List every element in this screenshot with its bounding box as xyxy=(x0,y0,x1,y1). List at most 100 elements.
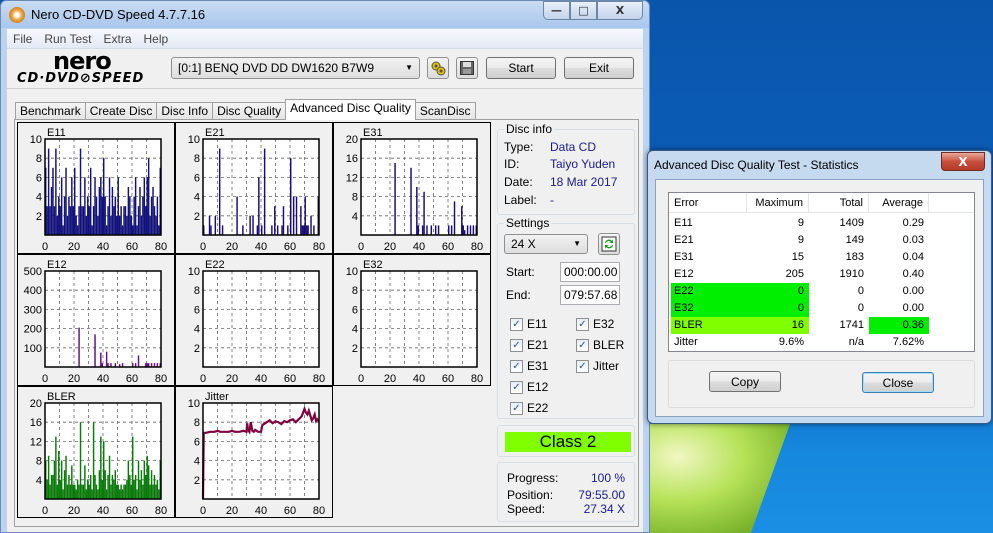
column-total[interactable]: Total xyxy=(809,193,869,213)
x-tick-label: 60 xyxy=(442,373,454,385)
chart-svg: E21 2 4 6 8 10 0 20 40 60 80 xyxy=(188,127,325,253)
x-tick-label: 0 xyxy=(42,373,48,385)
bar xyxy=(49,206,51,235)
bar xyxy=(105,225,108,235)
cell-total: n/a xyxy=(848,336,864,348)
dialog-title-bar[interactable]: Advanced Disc Quality Test - Statistics xyxy=(648,151,991,179)
speed-select-value: 24 X xyxy=(511,237,536,251)
cell-maximum: 0 xyxy=(797,302,804,314)
menu-file[interactable]: File xyxy=(7,32,38,46)
chart-e31: E31 4 8 12 16 20 0 20 40 60 80 xyxy=(333,122,491,254)
tab-scandisc[interactable]: ScanDisc xyxy=(414,102,476,120)
dialog-close-icon[interactable]: X xyxy=(941,152,985,171)
bar xyxy=(100,436,102,499)
bar xyxy=(63,196,66,235)
bar xyxy=(111,475,114,499)
x-tick-label: 80 xyxy=(471,241,483,253)
exit-button[interactable]: Exit xyxy=(564,57,634,79)
save-button[interactable] xyxy=(456,57,478,79)
drive-select-value: [0:1] BENQ DVD DD DW1620 B7W9 xyxy=(178,61,375,75)
date-label: Date: xyxy=(504,175,533,189)
drive-options-button[interactable] xyxy=(427,57,449,79)
checkbox-e31[interactable]: ✓ E31 xyxy=(510,359,548,373)
maximize-button[interactable]: □ xyxy=(570,1,597,20)
table-row[interactable]: BLER 16 1741 0.36 xyxy=(669,317,974,334)
bar xyxy=(218,148,221,235)
bar xyxy=(126,215,128,235)
quality-class-group: Class 2 xyxy=(497,425,635,457)
bar xyxy=(108,177,111,235)
checkbox-e12[interactable]: ✓ E12 xyxy=(510,380,548,394)
y-tick-label: 4 xyxy=(36,475,42,487)
table-row[interactable]: Jitter 9.6% n/a 7.62% xyxy=(669,334,974,351)
bar xyxy=(137,460,140,499)
cell-error: Jitter xyxy=(674,336,698,348)
copy-button[interactable]: Copy xyxy=(709,371,781,392)
bar xyxy=(149,484,151,499)
checkbox-e11[interactable]: ✓ E11 xyxy=(510,317,547,331)
start-button[interactable]: Start xyxy=(486,57,556,79)
chart-e21: E21 2 4 6 8 10 0 20 40 60 80 xyxy=(175,122,333,254)
column-maximum[interactable]: Maximum xyxy=(747,193,809,213)
bar xyxy=(282,206,285,235)
bar xyxy=(466,225,469,235)
close-button[interactable]: X xyxy=(597,1,643,20)
checkbox-jitter[interactable]: ✓ Jitter xyxy=(576,359,619,373)
bar xyxy=(140,215,143,235)
refresh-speed-button[interactable] xyxy=(598,233,620,255)
bar xyxy=(56,484,59,499)
bar xyxy=(310,215,312,235)
y-tick-label: 200 xyxy=(24,324,42,336)
tab-advanced-disc-quality[interactable]: Advanced Disc Quality xyxy=(285,99,416,120)
y-tick-label: 10 xyxy=(188,398,200,410)
menu-run-test[interactable]: Run Test xyxy=(38,32,97,46)
x-tick-label: 60 xyxy=(284,241,296,253)
tab-benchmark[interactable]: Benchmark xyxy=(15,102,86,120)
bar xyxy=(62,225,64,235)
cell-average: 0.04 xyxy=(902,251,924,263)
cell-error: E11 xyxy=(674,217,693,229)
bar xyxy=(66,215,69,235)
bar xyxy=(139,479,141,499)
checkbox-bler[interactable]: ✓ BLER xyxy=(576,338,624,352)
chart-e11: E11 2 4 6 8 10 0 20 40 60 80 xyxy=(17,122,175,254)
type-label: Type: xyxy=(504,140,534,154)
table-row[interactable]: E11 9 1409 0.29 xyxy=(669,215,974,232)
bar xyxy=(101,196,103,235)
chart-jitter: Jitter 2 4 6 8 10 0 20 40 60 80 xyxy=(175,386,333,518)
close-dialog-button[interactable]: Close xyxy=(862,372,934,393)
checkbox-e21[interactable]: ✓ E21 xyxy=(510,338,548,352)
checkbox-e32[interactable]: ✓ E32 xyxy=(576,317,614,331)
bar xyxy=(114,470,117,499)
drive-select[interactable]: [0:1] BENQ DVD DD DW1620 B7W9 ▼ xyxy=(171,57,420,79)
bar xyxy=(85,489,88,499)
table-row[interactable]: E32 0 0 0.00 xyxy=(669,300,974,317)
chevron-down-icon: ▼ xyxy=(573,239,581,248)
speed-select[interactable]: 24 X ▼ xyxy=(504,234,588,254)
bar xyxy=(74,484,76,499)
end-time-field[interactable]: 079:57.68 xyxy=(560,285,620,305)
tab-disc-info[interactable]: Disc Info xyxy=(156,102,214,120)
menu-help[interactable]: Help xyxy=(138,32,175,46)
y-tick-label: 2 xyxy=(352,343,358,355)
bar xyxy=(426,225,428,235)
column-average[interactable]: Average xyxy=(869,193,929,213)
tab-create-disc[interactable]: Create Disc xyxy=(84,102,158,120)
minimize-button[interactable]: — xyxy=(543,1,570,20)
bar xyxy=(91,489,93,499)
x-tick-label: 0 xyxy=(358,241,364,253)
bar xyxy=(117,484,119,499)
table-row[interactable]: E31 15 183 0.04 xyxy=(669,249,974,266)
floppy-disk-icon xyxy=(460,61,474,75)
menu-extra[interactable]: Extra xyxy=(97,32,137,46)
tab-disc-quality[interactable]: Disc Quality xyxy=(212,102,287,120)
bar xyxy=(410,167,412,235)
checkbox-e22[interactable]: ✓ E22 xyxy=(510,401,548,415)
column-error[interactable]: Error xyxy=(669,193,747,213)
table-row[interactable]: E21 9 149 0.03 xyxy=(669,232,974,249)
bar xyxy=(137,206,140,235)
table-row[interactable]: E12 205 1910 0.40 xyxy=(669,266,974,283)
table-row[interactable]: E22 0 0 0.00 xyxy=(669,283,974,300)
start-time-field[interactable]: 000:00.00 xyxy=(560,262,620,282)
bar xyxy=(47,148,50,235)
